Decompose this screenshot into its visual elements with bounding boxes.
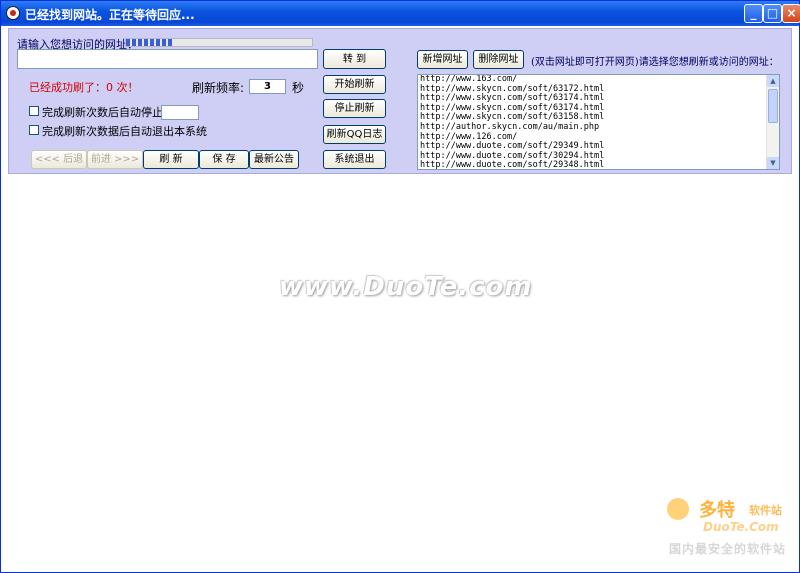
load-progress-bar [125,38,313,47]
url-listbox[interactable]: http://www.163.com/http://www.skycn.com/… [417,74,780,170]
back-button[interactable]: <<< 后退 [31,150,87,169]
window-title: 已经找到网站。正在等待回应... [25,8,195,22]
success-count-text: 已经成功刷了：0 次！ [29,81,139,94]
mascot-face-icon [667,498,689,520]
scroll-down-arrow-icon[interactable]: ▼ [767,157,779,169]
logo-main-text: 多特 [699,500,735,521]
logo-domain-text: DuoTe.Com [703,520,779,534]
app-window: 已经找到网站。正在等待回应... _ □ × 请输入您想访问的网址： 转 到 已… [0,0,800,573]
refresh-frequency-input[interactable] [249,79,286,94]
forward-button[interactable]: 前进 >>> [87,150,143,169]
scroll-up-arrow-icon[interactable]: ▲ [767,75,779,87]
app-icon [6,6,20,20]
corner-logo-watermark: 多特 软件站 DuoTe.Com 国内最安全的软件站 [665,496,795,566]
auto-exit-label: 完成刷新次数据后自动退出本系统 [42,125,207,138]
close-button[interactable]: × [782,4,800,23]
auto-exit-checkbox[interactable] [29,125,39,135]
add-url-button[interactable]: 新增网址 [417,50,468,69]
logo-small-text: 软件站 [749,504,782,517]
start-refresh-button[interactable]: 开始刷新 [323,75,386,94]
url-list-items: http://www.163.com/http://www.skycn.com/… [420,75,604,169]
scroll-thumb[interactable] [768,89,778,123]
url-list-hint: (双击网址即可打开网页)请选择您想刷新或访问的网址： [531,57,779,68]
url-list-scrollbar[interactable]: ▲ ▼ [766,75,779,169]
auto-stop-label: 完成刷新次数后自动停止： [42,106,174,119]
url-input[interactable] [17,49,318,69]
refresh-qq-log-button[interactable]: 刷新QQ日志 [323,125,386,144]
auto-stop-checkbox[interactable] [29,106,39,116]
url-list-item[interactable]: http://www.duote.com/soft/29348.html [420,161,604,169]
frequency-unit-label: 秒 [292,81,305,95]
control-panel: 请输入您想访问的网址： 转 到 已经成功刷了：0 次！ 刷新频率: 秒 完成刷新… [8,28,792,174]
refresh-frequency-label: 刷新频率: [192,81,245,95]
refresh-button[interactable]: 刷 新 [143,150,199,169]
maximize-button[interactable]: □ [763,4,782,23]
auto-stop-count-input[interactable] [161,105,199,120]
minimize-button[interactable]: _ [744,4,763,23]
title-bar[interactable]: 已经找到网站。正在等待回应... _ □ × [1,1,800,26]
center-watermark: www.DuoTe.com [279,272,533,302]
load-progress-fill [126,39,175,46]
news-button[interactable]: 最新公告 [249,150,299,169]
exit-system-button[interactable]: 系统退出 [323,150,386,169]
stop-refresh-button[interactable]: 停止刷新 [323,99,386,118]
goto-button[interactable]: 转 到 [323,49,386,69]
save-button[interactable]: 保 存 [199,150,249,169]
logo-slogan-text: 国内最安全的软件站 [669,542,787,556]
delete-url-button[interactable]: 删除网址 [473,50,524,69]
